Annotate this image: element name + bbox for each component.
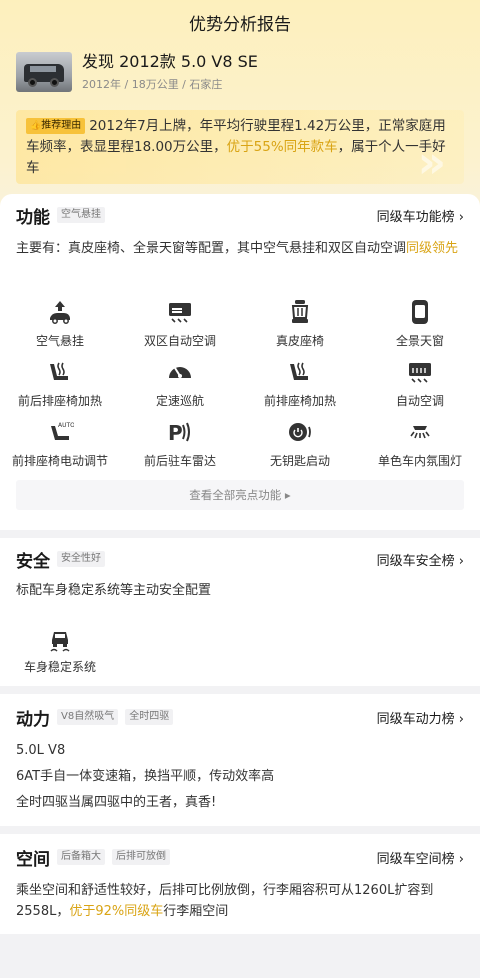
- view-all-features-button[interactable]: 查看全部亮点功能 ▸: [16, 480, 464, 510]
- power-seat-icon: AUTO: [46, 418, 74, 446]
- function-rank-link[interactable]: 同级车功能榜 ›: [377, 206, 464, 225]
- power-drivetrain: 全时四驱当属四驱中的王者，真香!: [16, 795, 217, 810]
- svg-text:P: P: [168, 421, 183, 445]
- svg-text:AUTO: AUTO: [58, 422, 74, 429]
- safety-description: 标配车身稳定系统等主动安全配置: [16, 583, 212, 598]
- space-chip: 后备箱大: [57, 849, 105, 865]
- feature-item[interactable]: 前排座椅加热: [240, 354, 360, 414]
- safety-card: 安全 安全性好 同级车安全榜 › 标配车身稳定系统等主动安全配置 车身稳定系统: [0, 538, 480, 686]
- safety-chip: 安全性好: [57, 551, 105, 567]
- function-chip: 空气悬挂: [57, 207, 105, 223]
- feature-item[interactable]: 单色车内氛围灯: [360, 414, 480, 474]
- function-feature-grid: 空气悬挂 双区自动空调 真皮座椅 全景天窗 前后排座椅加热 定速巡航 前排座椅加…: [0, 294, 480, 474]
- feature-item[interactable]: P 前后驻车雷达: [120, 414, 240, 474]
- seat-heating-icon: [46, 358, 74, 386]
- power-title: 动力: [16, 709, 50, 730]
- reason-highlight: 优于55%同年款车: [226, 139, 338, 155]
- car-thumbnail: [16, 52, 72, 92]
- car-subtitle: 2012年 / 18万公里 / 石家庄: [82, 78, 223, 91]
- section-divider: [0, 530, 480, 538]
- chevron-decor-icon: »: [417, 137, 446, 185]
- feature-item[interactable]: 双区自动空调: [120, 294, 240, 354]
- air-suspension-icon: [46, 298, 74, 326]
- ambient-light-icon: [406, 418, 434, 446]
- function-card: 功能 空气悬挂 同级车功能榜 › 主要有：真皮座椅、全景天窗等配置，其中空气悬挂…: [0, 194, 480, 530]
- section-divider: [0, 826, 480, 834]
- power-rank-link[interactable]: 同级车动力榜 ›: [377, 708, 464, 727]
- section-divider: [0, 686, 480, 694]
- feature-item[interactable]: 无钥匙启动: [240, 414, 360, 474]
- keyless-start-icon: [286, 418, 314, 446]
- space-title: 空间: [16, 849, 50, 870]
- function-description: 主要有：真皮座椅、全景天窗等配置，其中空气悬挂和双区自动空调同级领先: [16, 241, 459, 256]
- power-card: 动力 V8自然吸气 全时四驱 同级车动力榜 › 5.0L V8 6AT手自一体变…: [0, 694, 480, 826]
- recommend-reason-badge: 👍推荐理由: [26, 118, 86, 134]
- panoramic-sunroof-icon: [406, 298, 434, 326]
- power-transmission: 6AT手自一体变速箱，换挡平顺，传动效率高: [16, 769, 275, 784]
- feature-item[interactable]: 定速巡航: [120, 354, 240, 414]
- parking-radar-icon: P: [166, 418, 194, 446]
- leather-seat-icon: [286, 298, 314, 326]
- power-chip: 全时四驱: [125, 709, 174, 725]
- thumbs-up-icon: 👍: [30, 121, 42, 131]
- feature-item[interactable]: 真皮座椅: [240, 294, 360, 354]
- power-engine: 5.0L V8: [16, 743, 66, 758]
- dual-zone-ac-icon: [166, 298, 194, 326]
- space-card: 空间 后备箱大 后排可放倒 同级车空间榜 › 乘坐空间和舒适性较好，后排可比例放…: [0, 834, 480, 934]
- stability-control-icon: [46, 624, 74, 652]
- power-chip: V8自然吸气: [57, 709, 119, 725]
- feature-item[interactable]: 全景天窗: [360, 294, 480, 354]
- cruise-control-icon: [166, 358, 194, 386]
- feature-item[interactable]: 空气悬挂: [0, 294, 120, 354]
- car-summary[interactable]: 发现 2012款 5.0 V8 SE 2012年 / 18万公里 / 石家庄: [16, 52, 258, 94]
- safety-rank-link[interactable]: 同级车安全榜 ›: [377, 550, 464, 569]
- feature-item[interactable]: 前后排座椅加热: [0, 354, 120, 414]
- car-title: 发现 2012款 5.0 V8 SE: [82, 52, 258, 71]
- front-seat-heating-icon: [286, 358, 314, 386]
- feature-item[interactable]: 自动空调: [360, 354, 480, 414]
- space-chip: 后排可放倒: [112, 849, 170, 865]
- space-description: 乘坐空间和舒适性较好，后排可比例放倒，行李厢容积可从1260L扩容到2558L，…: [16, 883, 434, 919]
- feature-item[interactable]: AUTO 前排座椅电动调节: [0, 414, 120, 474]
- feature-item[interactable]: 车身稳定系统: [0, 620, 120, 675]
- space-rank-link[interactable]: 同级车空间榜 ›: [377, 848, 464, 867]
- page-title: 优势分析报告: [189, 14, 291, 35]
- auto-ac-icon: [406, 358, 434, 386]
- function-title: 功能: [16, 207, 50, 228]
- recommend-reason-box: » 👍推荐理由 2012年7月上牌，年平均行驶里程1.42万公里，正常家庭用车频率…: [16, 110, 464, 184]
- safety-title: 安全: [16, 551, 50, 572]
